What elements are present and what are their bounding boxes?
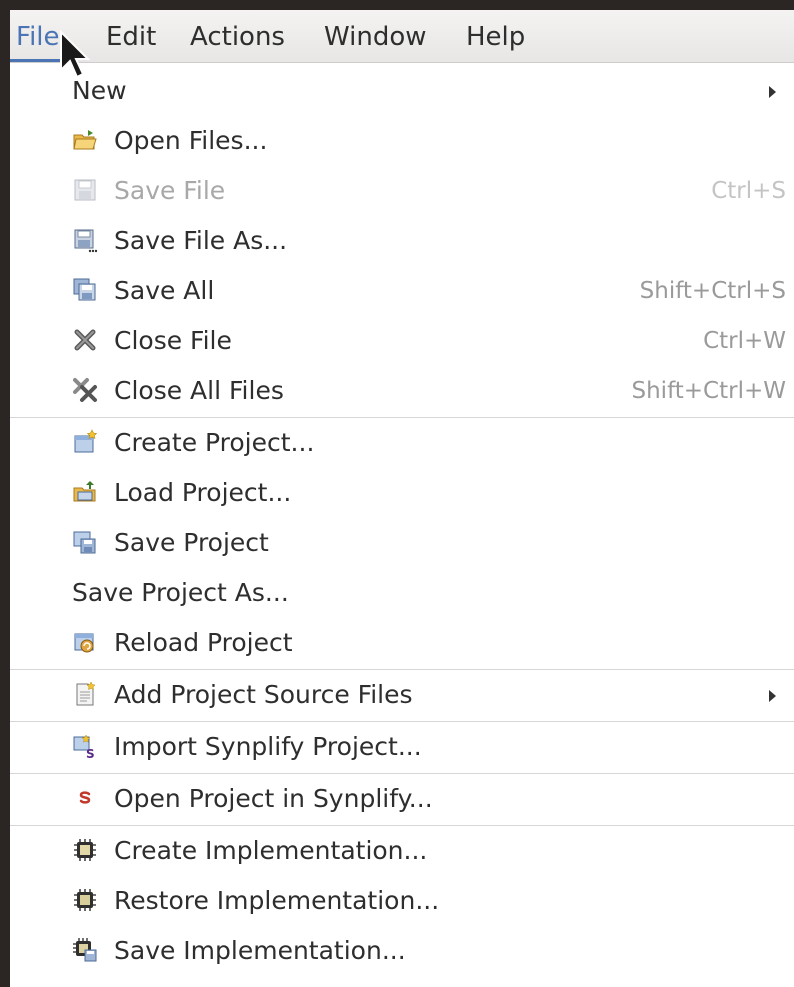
shortcut-label: Ctrl+S	[711, 178, 786, 204]
menu-separator	[10, 825, 794, 826]
menu-item-save-file[interactable]: Save File Ctrl+S	[10, 167, 794, 215]
menu-item-save-implementation[interactable]: Save Implementation...	[10, 927, 794, 975]
menu-window[interactable]: Window	[324, 10, 427, 62]
menu-item-reload-project[interactable]: Reload Project	[10, 619, 794, 667]
menu-item-save-project-as[interactable]: Save Project As...	[10, 569, 794, 617]
shortcut-label: Shift+Ctrl+S	[639, 278, 786, 304]
chip-icon	[74, 839, 96, 861]
chip-icon	[74, 889, 96, 911]
chip-save-icon	[73, 938, 97, 962]
menu-item-label: Import Synplify Project...	[114, 732, 422, 761]
menu-item-restore-implementation[interactable]: Restore Implementation...	[10, 877, 794, 925]
menu-item-label: Save Project As...	[72, 578, 289, 607]
mouse-cursor-icon	[60, 30, 91, 79]
menu-item-label: Add Project Source Files	[114, 680, 413, 709]
create-project-icon	[74, 429, 98, 453]
menu-bar: File Edit Actions Window Help	[10, 10, 794, 63]
save-project-icon	[73, 531, 96, 554]
menu-separator	[10, 417, 794, 418]
menu-separator	[10, 721, 794, 722]
menu-item-close-file[interactable]: Close File Ctrl+W	[10, 317, 794, 365]
menu-item-open-project-in-synplify[interactable]: Open Project in Synplify...	[10, 775, 794, 823]
application-window: File Edit Actions Window Help New Open F…	[0, 0, 794, 987]
menu-item-label: Restore Implementation...	[114, 886, 440, 915]
menu-item-load-project[interactable]: Load Project...	[10, 469, 794, 517]
menu-item-label: Close All Files	[114, 376, 284, 405]
reload-project-icon	[74, 633, 94, 653]
menu-item-label: Close File	[114, 326, 232, 355]
save-all-icon	[73, 278, 96, 301]
menu-item-create-implementation[interactable]: Create Implementation...	[10, 827, 794, 875]
menu-item-label: Save All	[114, 276, 215, 305]
menu-item-open-files[interactable]: Open Files...	[10, 117, 794, 165]
load-project-icon	[73, 481, 96, 502]
menu-item-label: Reload Project	[114, 628, 293, 657]
svg-text:S: S	[86, 747, 95, 759]
menu-help[interactable]: Help	[466, 10, 525, 62]
menu-item-label: Save File	[114, 176, 226, 205]
menu-item-close-all-files[interactable]: Close All Files Shift+Ctrl+W	[10, 367, 794, 415]
menu-item-save-all[interactable]: Save All Shift+Ctrl+S	[10, 267, 794, 315]
menu-item-label: Save Project	[114, 528, 269, 557]
menu-item-label: Create Implementation...	[114, 836, 428, 865]
menu-item-label: Create Project...	[114, 428, 315, 457]
close-all-icon	[73, 378, 97, 402]
menu-item-save-file-as[interactable]: Save File As...	[10, 217, 794, 265]
submenu-arrow-icon	[769, 690, 776, 702]
menu-separator	[10, 669, 794, 670]
window-edge-top	[0, 0, 794, 10]
menu-item-save-project[interactable]: Save Project	[10, 519, 794, 567]
menu-item-new[interactable]: New	[10, 67, 794, 115]
synplify-icon	[79, 791, 91, 804]
save-as-icon	[74, 229, 98, 253]
close-file-icon	[74, 329, 96, 351]
menu-item-label: Save File As...	[114, 226, 288, 255]
menu-actions[interactable]: Actions	[190, 10, 285, 62]
shortcut-label: Ctrl+W	[703, 328, 786, 354]
menu-item-label: Open Files...	[114, 126, 268, 155]
menu-item-import-synplify-project[interactable]: S Import Synplify Project...	[10, 723, 794, 771]
submenu-arrow-icon	[769, 86, 776, 98]
menu-separator	[10, 773, 794, 774]
window-edge-left	[0, 0, 10, 987]
menu-item-label: Open Project in Synplify...	[114, 784, 433, 813]
import-synplify-icon: S	[73, 734, 95, 759]
menu-item-add-project-source-files[interactable]: Add Project Source Files	[10, 671, 794, 719]
open-folder-icon	[73, 130, 97, 150]
menu-file[interactable]: File	[10, 10, 65, 62]
add-source-files-icon	[76, 681, 96, 706]
menu-item-label: Save Implementation...	[114, 936, 406, 965]
menu-edit[interactable]: Edit	[106, 10, 156, 62]
menu-item-create-project[interactable]: Create Project...	[10, 419, 794, 467]
file-menu-dropdown: New Open Files... Save File Ctrl+S Save …	[10, 63, 794, 987]
shortcut-label: Shift+Ctrl+W	[631, 378, 787, 404]
menu-item-label: Load Project...	[114, 478, 292, 507]
save-file-icon	[74, 179, 96, 201]
